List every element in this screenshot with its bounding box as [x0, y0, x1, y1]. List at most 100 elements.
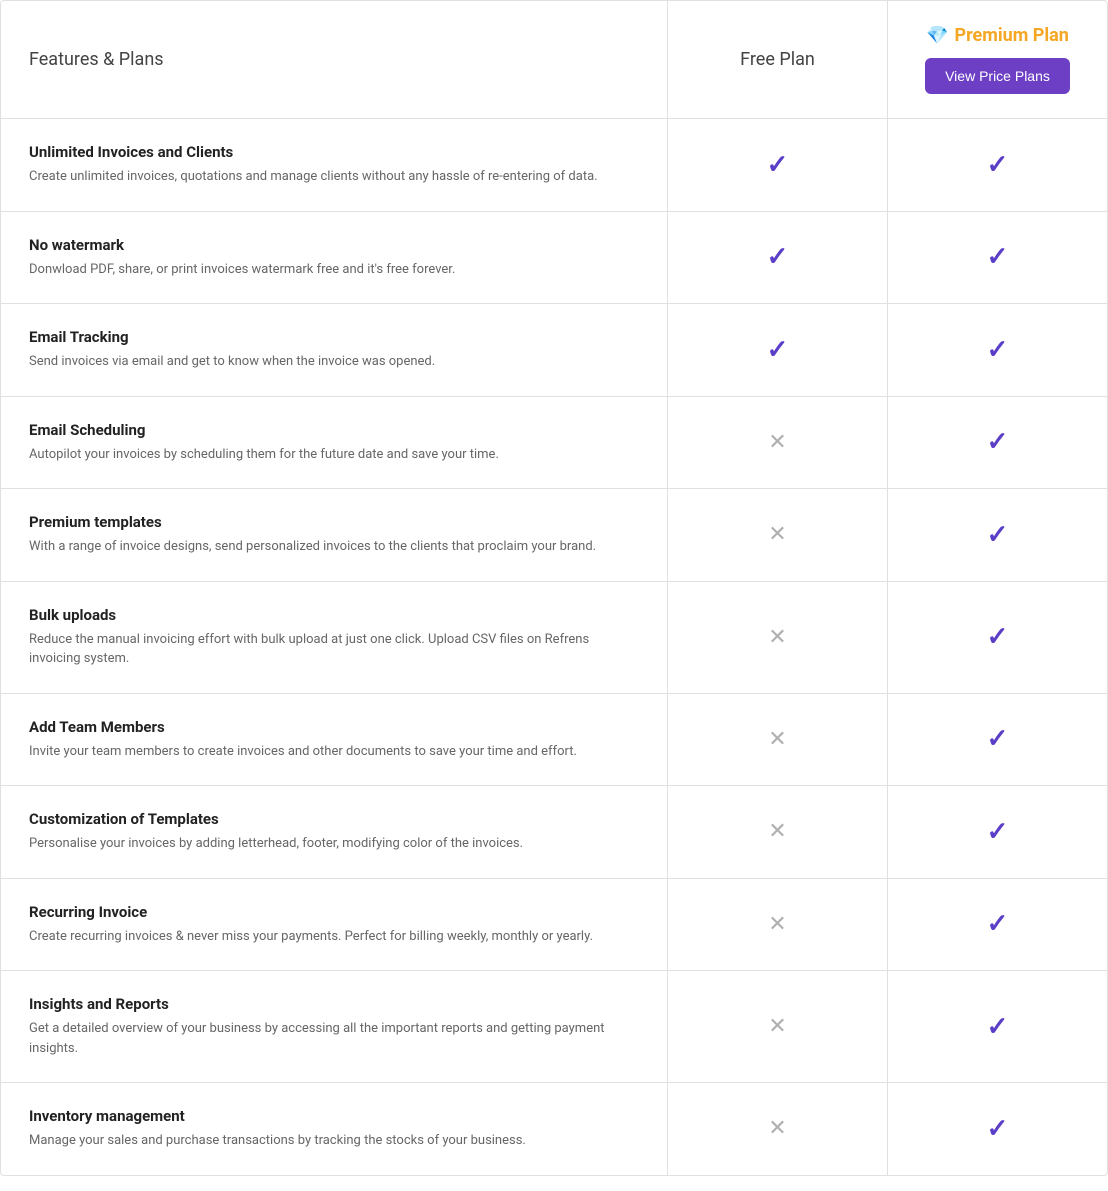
feature-detail: Personalise your invoices by adding lett…: [29, 834, 639, 854]
feature-name: Premium templates: [29, 513, 639, 531]
feature-detail: Get a detailed overview of your business…: [29, 1019, 639, 1058]
free-plan-cell: ✕: [667, 786, 887, 878]
premium-plan-cell: ✓: [887, 971, 1107, 1082]
feature-description-cell: Customization of Templates Personalise yo…: [1, 786, 667, 878]
feature-detail: Manage your sales and purchase transacti…: [29, 1131, 639, 1151]
table-row: Insights and Reports Get a detailed overv…: [1, 971, 1107, 1083]
feature-description-cell: Premium templates With a range of invoice…: [1, 489, 667, 581]
feature-description-cell: Inventory management Manage your sales an…: [1, 1083, 667, 1175]
diamond-icon: 💎: [926, 25, 948, 46]
free-plan-cell: ✓: [667, 119, 887, 211]
free-plan-header-cell: Free Plan: [667, 1, 887, 118]
cross-icon: ✕: [768, 522, 786, 547]
feature-name: Email Scheduling: [29, 421, 639, 439]
premium-plan-cell: ✓: [887, 304, 1107, 396]
premium-plan-cell: ✓: [887, 212, 1107, 304]
table-row: Unlimited Invoices and Clients Create unl…: [1, 119, 1107, 212]
cross-icon: ✕: [768, 625, 786, 650]
check-icon: ✓: [767, 242, 789, 272]
table-header: Features & Plans Free Plan 💎 Premium Pla…: [1, 1, 1107, 119]
feature-description-cell: Insights and Reports Get a detailed overv…: [1, 971, 667, 1082]
feature-name: No watermark: [29, 236, 639, 254]
table-row: Email Scheduling Autopilot your invoices …: [1, 397, 1107, 490]
check-icon: ✓: [987, 427, 1009, 457]
feature-name: Recurring Invoice: [29, 903, 639, 921]
table-row: Customization of Templates Personalise yo…: [1, 786, 1107, 879]
check-icon: ✓: [987, 1114, 1009, 1144]
check-icon: ✓: [987, 909, 1009, 939]
check-icon: ✓: [987, 622, 1009, 652]
free-plan-cell: ✕: [667, 397, 887, 489]
table-row: No watermark Donwload PDF, share, or prin…: [1, 212, 1107, 305]
free-plan-cell: ✕: [667, 971, 887, 1082]
feature-detail: Create recurring invoices & never miss y…: [29, 927, 639, 947]
premium-plan-label: Premium Plan: [955, 25, 1069, 46]
feature-description-cell: No watermark Donwload PDF, share, or prin…: [1, 212, 667, 304]
table-row: Inventory management Manage your sales an…: [1, 1083, 1107, 1175]
premium-plan-cell: ✓: [887, 1083, 1107, 1175]
premium-plan-cell: ✓: [887, 694, 1107, 786]
feature-detail: Donwload PDF, share, or print invoices w…: [29, 260, 639, 280]
features-header-cell: Features & Plans: [1, 1, 667, 118]
free-plan-cell: ✕: [667, 582, 887, 693]
table-row: Recurring Invoice Create recurring invoic…: [1, 879, 1107, 972]
feature-name: Email Tracking: [29, 328, 639, 346]
feature-detail: Reduce the manual invoicing effort with …: [29, 630, 639, 669]
feature-description-cell: Email Scheduling Autopilot your invoices …: [1, 397, 667, 489]
feature-name: Bulk uploads: [29, 606, 639, 624]
feature-detail: Create unlimited invoices, quotations an…: [29, 167, 639, 187]
cross-icon: ✕: [768, 819, 786, 844]
free-plan-label: Free Plan: [740, 49, 815, 70]
feature-rows: Unlimited Invoices and Clients Create unl…: [1, 119, 1107, 1175]
feature-name: Inventory management: [29, 1107, 639, 1125]
free-plan-cell: ✓: [667, 304, 887, 396]
feature-detail: Invite your team members to create invoi…: [29, 742, 639, 762]
cross-icon: ✕: [768, 430, 786, 455]
check-icon: ✓: [987, 520, 1009, 550]
feature-description-cell: Bulk uploads Reduce the manual invoicing …: [1, 582, 667, 693]
premium-plan-cell: ✓: [887, 582, 1107, 693]
premium-plan-cell: ✓: [887, 489, 1107, 581]
view-price-plans-button[interactable]: View Price Plans: [925, 58, 1070, 94]
table-row: Email Tracking Send invoices via email an…: [1, 304, 1107, 397]
free-plan-cell: ✓: [667, 212, 887, 304]
check-icon: ✓: [767, 335, 789, 365]
feature-name: Customization of Templates: [29, 810, 639, 828]
check-icon: ✓: [987, 1012, 1009, 1042]
feature-description-cell: Add Team Members Invite your team members…: [1, 694, 667, 786]
table-row: Bulk uploads Reduce the manual invoicing …: [1, 582, 1107, 694]
free-plan-cell: ✕: [667, 489, 887, 581]
pricing-table: Features & Plans Free Plan 💎 Premium Pla…: [0, 0, 1108, 1176]
feature-name: Add Team Members: [29, 718, 639, 736]
feature-description-cell: Recurring Invoice Create recurring invoic…: [1, 879, 667, 971]
table-row: Premium templates With a range of invoice…: [1, 489, 1107, 582]
premium-plan-cell: ✓: [887, 397, 1107, 489]
table-row: Add Team Members Invite your team members…: [1, 694, 1107, 787]
premium-plan-cell: ✓: [887, 786, 1107, 878]
premium-plan-title: 💎 Premium Plan: [926, 25, 1069, 46]
feature-description-cell: Unlimited Invoices and Clients Create unl…: [1, 119, 667, 211]
feature-description-cell: Email Tracking Send invoices via email an…: [1, 304, 667, 396]
features-label: Features & Plans: [29, 49, 164, 70]
feature-detail: With a range of invoice designs, send pe…: [29, 537, 639, 557]
free-plan-cell: ✕: [667, 694, 887, 786]
feature-detail: Autopilot your invoices by scheduling th…: [29, 445, 639, 465]
feature-name: Unlimited Invoices and Clients: [29, 143, 639, 161]
cross-icon: ✕: [768, 912, 786, 937]
cross-icon: ✕: [768, 1014, 786, 1039]
feature-name: Insights and Reports: [29, 995, 639, 1013]
check-icon: ✓: [987, 335, 1009, 365]
check-icon: ✓: [767, 150, 789, 180]
check-icon: ✓: [987, 150, 1009, 180]
free-plan-cell: ✕: [667, 879, 887, 971]
premium-plan-header-cell: 💎 Premium Plan View Price Plans: [887, 1, 1107, 118]
check-icon: ✓: [987, 817, 1009, 847]
free-plan-cell: ✕: [667, 1083, 887, 1175]
check-icon: ✓: [987, 242, 1009, 272]
check-icon: ✓: [987, 724, 1009, 754]
premium-plan-cell: ✓: [887, 119, 1107, 211]
premium-plan-cell: ✓: [887, 879, 1107, 971]
cross-icon: ✕: [768, 1116, 786, 1141]
feature-detail: Send invoices via email and get to know …: [29, 352, 639, 372]
cross-icon: ✕: [768, 727, 786, 752]
